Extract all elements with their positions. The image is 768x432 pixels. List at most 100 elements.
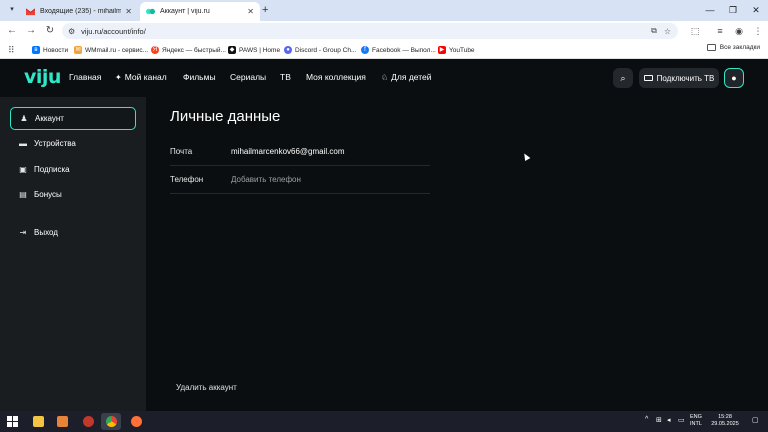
sidebar-item-subscription[interactable]: ▣ Подписка	[10, 158, 136, 181]
taskbar-firefox[interactable]	[126, 413, 146, 430]
bookmark-star-icon[interactable]: ☆	[664, 27, 671, 36]
profile-icon[interactable]: ◉	[732, 24, 746, 38]
taskbar-chrome[interactable]	[101, 413, 121, 430]
sidebar-item-label: Устройства	[34, 139, 76, 148]
subscription-icon: ▣	[19, 165, 27, 174]
email-value: mihailmarcenkov66@gmail.com	[231, 147, 345, 156]
clock-time: 15:28	[718, 414, 732, 420]
back-icon[interactable]: ←	[5, 24, 19, 38]
bookmark-item[interactable]: f Facebook — Выпол...	[361, 44, 436, 56]
sidebar-item-account[interactable]: ♟ Аккаунт	[10, 107, 136, 130]
nav-my-channel[interactable]: ✦ Мой канал	[115, 72, 167, 82]
address-bar[interactable]: ⚙ viju.ru/account/info/ ⧉ ☆	[62, 23, 678, 39]
language-indicator[interactable]: ENG INTL	[690, 414, 702, 428]
vk-icon: в	[32, 46, 40, 54]
lang-code: ENG	[690, 414, 702, 420]
bookmark-item[interactable]: ▶ YouTube	[438, 44, 475, 56]
windows-start-icon[interactable]	[7, 416, 18, 427]
sidebar-item-devices[interactable]: ▬ Устройства	[10, 132, 136, 155]
sidebar-item-logout[interactable]: ⇥ Выход	[10, 221, 136, 244]
bookmark-label: PAWS | Home	[239, 46, 281, 54]
chevron-up-icon[interactable]: ^	[645, 416, 648, 423]
bookmark-item[interactable]: ● Discord - Group Ch...	[284, 44, 356, 56]
nav-label: Сериалы	[230, 72, 267, 82]
taskbar-explorer[interactable]	[28, 413, 48, 430]
taskbar-app-red[interactable]	[78, 413, 98, 430]
email-row: Почта mihailmarcenkov66@gmail.com	[170, 138, 430, 166]
nav-label: Мой канал	[124, 72, 167, 82]
chrome-icon	[105, 416, 117, 427]
bookmark-label: YouTube	[449, 46, 475, 54]
close-icon[interactable]: ✕	[125, 7, 132, 16]
reload-icon[interactable]: ↻	[43, 24, 57, 38]
nav-home[interactable]: Главная	[69, 72, 101, 82]
page-title: Личные данные	[170, 108, 281, 125]
paws-icon: ◆	[228, 46, 236, 54]
folder-icon	[706, 44, 716, 51]
bookmark-item[interactable]: в Новости	[32, 44, 68, 56]
bookmark-item[interactable]: ✉ WMmail.ru - сервис...	[74, 44, 148, 56]
bookmark-item[interactable]: Я Яндекс — быстрый...	[151, 44, 226, 56]
search-button[interactable]: ⌕	[613, 68, 633, 88]
firefox-icon	[130, 416, 142, 427]
clock[interactable]: 15:28 29.05.2025	[710, 414, 740, 428]
tab-viju[interactable]: Аккаунт | viju.ru ✕	[140, 2, 260, 21]
yandex-icon: Я	[151, 46, 159, 54]
url-text[interactable]: viju.ru/account/info/	[81, 27, 651, 36]
phone-label: Телефон	[170, 175, 204, 184]
app-icon	[56, 416, 68, 427]
bookmark-label: Discord - Group Ch...	[295, 46, 357, 54]
profile-button[interactable]: ●	[724, 68, 744, 88]
nav-kids[interactable]: ♘ Для детей	[381, 72, 432, 82]
user-icon: ●	[731, 73, 737, 83]
sidebar-item-bonuses[interactable]: ▤ Бонусы	[10, 183, 136, 206]
minimize-icon[interactable]: —	[700, 3, 720, 17]
windows-taskbar: ^ ⊞ ◂ ▭ ENG INTL 15:28 29.05.2025 ▢	[0, 411, 768, 432]
nav-tv[interactable]: ТВ	[280, 72, 291, 82]
volume-icon[interactable]: ◂	[667, 416, 671, 424]
discord-icon: ●	[284, 46, 292, 54]
tab-search-icon[interactable]: ▾	[7, 5, 17, 15]
viju-icon	[146, 8, 155, 15]
taskbar-app-orange[interactable]	[52, 413, 72, 430]
extensions-icon[interactable]: ⬚	[688, 24, 702, 38]
new-tab-button[interactable]: +	[262, 3, 268, 17]
maximize-icon[interactable]: ❐	[723, 3, 743, 17]
browser-toolbar: ← → ↻ ⚙ viju.ru/account/info/ ⧉ ☆ ⬚ ≡ ◉ …	[0, 21, 768, 41]
close-window-icon[interactable]: ✕	[746, 3, 766, 17]
nav-movies[interactable]: Фильмы	[183, 72, 216, 82]
account-sidebar: ♟ Аккаунт ▬ Устройства ▣ Подписка ▤ Бону…	[0, 97, 146, 411]
folder-icon	[32, 416, 44, 427]
viju-logo[interactable]: viju	[24, 66, 61, 88]
app-icon	[82, 416, 94, 427]
site-info-icon[interactable]: ⚙	[68, 27, 75, 36]
tab-gmail[interactable]: Входящие (235) - mihailmarcen ✕	[20, 2, 138, 21]
bookmark-item[interactable]: ◆ PAWS | Home	[228, 44, 280, 56]
network-icon[interactable]: ⊞	[656, 416, 662, 424]
bookmarks-bar: ⠿ в Новости ✉ WMmail.ru - сервис... Я Ян…	[0, 41, 768, 59]
notification-icon[interactable]: ▢	[752, 416, 759, 424]
battery-icon[interactable]: ▭	[678, 416, 685, 424]
phone-row: Телефон Добавить телефон	[170, 166, 430, 194]
delete-account-button[interactable]: Удалить аккаунт	[176, 383, 237, 392]
install-app-icon[interactable]: ⧉	[651, 26, 657, 36]
connect-tv-label: Подключить ТВ	[656, 73, 715, 83]
connect-tv-button[interactable]: Подключить ТВ	[639, 68, 719, 88]
all-bookmarks-button[interactable]: Все закладки	[706, 44, 760, 51]
nav-my-collection[interactable]: Моя коллекция	[306, 72, 366, 82]
bookmark-label: Яндекс — быстрый...	[162, 46, 226, 54]
tab-title: Входящие (235) - mihailmarcen	[40, 8, 122, 15]
bookmark-label: Facebook — Выпол...	[372, 46, 436, 54]
close-icon[interactable]: ✕	[247, 7, 254, 16]
bonus-icon: ▤	[19, 190, 27, 199]
forward-icon[interactable]: →	[24, 24, 38, 38]
facebook-icon: f	[361, 46, 369, 54]
media-icon[interactable]: ≡	[713, 24, 727, 38]
email-label: Почта	[170, 147, 193, 156]
menu-icon[interactable]: ⋮	[751, 24, 765, 38]
sidebar-item-label: Выход	[34, 228, 58, 237]
nav-series[interactable]: Сериалы	[230, 72, 266, 82]
sidebar-item-label: Бонусы	[34, 190, 62, 199]
apps-icon[interactable]: ⠿	[8, 45, 18, 55]
add-phone-link[interactable]: Добавить телефон	[231, 175, 301, 184]
